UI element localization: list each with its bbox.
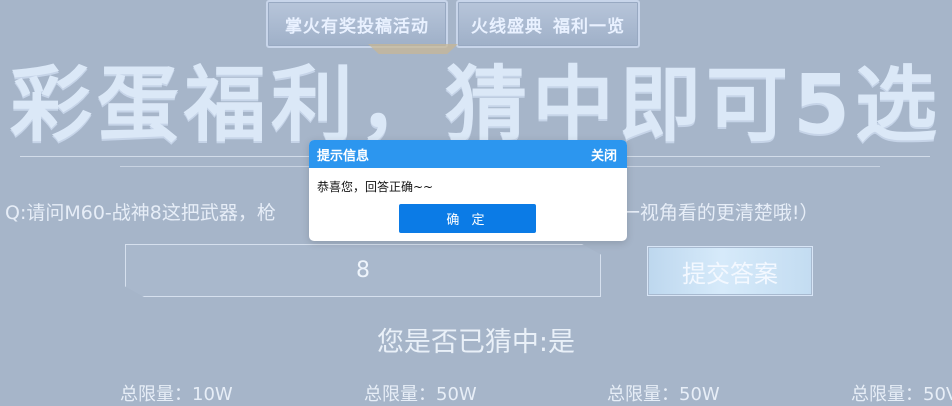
prize-limit-1: 总限量：10W [120, 384, 233, 405]
tab-active-indicator [368, 44, 458, 54]
tab-submission-activity[interactable]: 掌火有奖投稿活动 [266, 0, 448, 48]
answer-input[interactable]: 8 [125, 244, 601, 297]
dialog-message: 恭喜您，回答正确~~ [317, 180, 434, 194]
tab-festival-label-b: 福利一览 [553, 16, 625, 37]
dialog-close-button[interactable]: 关闭 [591, 145, 617, 164]
dialog-ok-button[interactable]: 确 定 [399, 204, 536, 233]
submit-answer-label: 提交答案 [682, 259, 778, 288]
dialog-title: 提示信息 [317, 148, 370, 164]
top-tabs: 掌火有奖投稿活动 火线盛典 福利一览 [266, 0, 640, 50]
tab-festival-benefits[interactable]: 火线盛典 福利一览 [456, 0, 640, 48]
tab-submission-activity-label: 掌火有奖投稿活动 [285, 16, 429, 37]
prize-limits: 总限量：10W 总限量：50W 总限量：50W 总限量：50V [0, 380, 952, 405]
prize-limit-4: 总限量：50V [851, 384, 952, 405]
tab-festival-label-a: 火线盛典 [471, 16, 543, 37]
message-dialog: 提示信息 关闭 恭喜您，回答正确~~ 确 定 [309, 140, 627, 241]
submit-answer-button[interactable]: 提交答案 [647, 246, 813, 296]
answer-value: 8 [356, 258, 370, 283]
prize-limit-2: 总限量：50W [364, 384, 477, 405]
guess-status: 您是否已猜中:是 [376, 327, 576, 358]
question-left: Q:请问M60-战神8这把武器，枪 [5, 202, 276, 224]
dialog-header: 提示信息 关闭 [309, 140, 627, 168]
prize-limit-3: 总限量：50W [607, 384, 720, 405]
